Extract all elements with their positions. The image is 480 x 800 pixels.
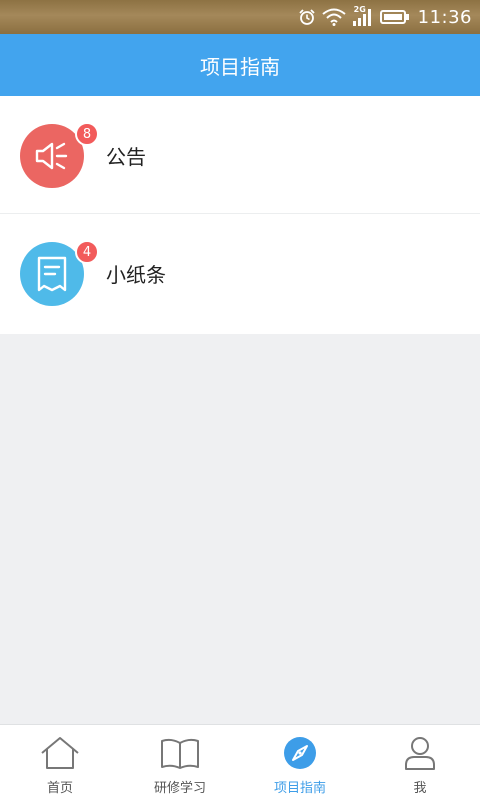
note-icon — [35, 255, 69, 293]
header: 项目指南 — [0, 34, 480, 96]
guide-list: 8 公告 4 小纸条 — [0, 96, 480, 334]
tab-guide[interactable]: 项目指南 — [240, 725, 360, 800]
announcement-icon-circle: 8 — [20, 122, 99, 188]
compass-icon — [283, 735, 317, 771]
list-item-label: 小纸条 — [106, 262, 166, 287]
tab-label: 研修学习 — [153, 781, 206, 796]
signal-icon: 2G — [352, 5, 374, 27]
status-time: 11:36 — [417, 6, 472, 28]
notes-icon-circle: 4 — [20, 240, 99, 306]
bottom-tab-bar: 首页 研修学习 项目指南 我 — [0, 724, 480, 800]
tab-label: 我 — [413, 781, 427, 796]
person-icon — [403, 735, 437, 771]
tab-home[interactable]: 首页 — [0, 725, 120, 800]
megaphone-icon — [34, 140, 70, 172]
battery-icon — [379, 9, 410, 25]
tab-label: 首页 — [46, 781, 73, 796]
tab-me[interactable]: 我 — [360, 725, 480, 800]
tab-label: 项目指南 — [273, 781, 326, 796]
list-item-label: 公告 — [106, 144, 146, 169]
status-bar: 2G 11:36 — [0, 0, 480, 34]
wifi-icon — [321, 8, 346, 26]
badge-count: 8 — [75, 122, 99, 146]
badge-count: 4 — [75, 240, 99, 264]
list-item-announcement[interactable]: 8 公告 — [0, 96, 480, 214]
status-icons: 2G 11:36 — [292, 0, 472, 34]
page-title: 项目指南 — [200, 54, 280, 79]
book-icon — [160, 735, 200, 771]
home-icon — [40, 735, 80, 771]
network-type: 2G — [353, 5, 366, 14]
alarm-icon — [298, 8, 316, 26]
list-item-notes[interactable]: 4 小纸条 — [0, 214, 480, 334]
tab-study[interactable]: 研修学习 — [120, 725, 240, 800]
